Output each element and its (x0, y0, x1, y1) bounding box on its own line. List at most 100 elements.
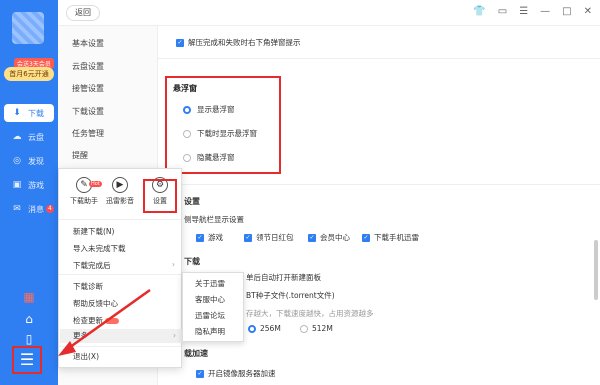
unzip-notify-checkbox[interactable]: ✓ 解压完成和失败时右下角弹窗提示 (176, 37, 301, 48)
section-title: 下载 (184, 257, 200, 266)
nav-bar-settings-label: 侧导航栏显示设置 (184, 215, 244, 224)
shirt-icon[interactable]: 👕 (473, 6, 485, 17)
menu-download-diagnosis[interactable]: 下载诊断 (73, 281, 103, 292)
vip-promo-button[interactable]: 首月6元开通 (4, 67, 54, 81)
tool-label: 迅雷影音 (106, 197, 134, 205)
cloud-icon: ☁ (12, 132, 22, 142)
top-bar: 返回 👕 ▭ ☰ — □ ✕ (58, 0, 600, 26)
settings-nav-cloud[interactable]: 云盘设置 (72, 61, 104, 72)
main-menu-button[interactable]: ☰ (12, 346, 42, 374)
submenu-about[interactable]: 关于迅雷 (195, 278, 225, 289)
checkbox-label: 游戏 (208, 233, 223, 242)
checkbox-label: 会员中心 (320, 233, 350, 242)
floating-window-section: 悬浮窗 显示悬浮窗 下载时显示悬浮窗 隐藏悬浮窗 (165, 76, 281, 174)
nav-label: 下载 (28, 108, 44, 118)
radio-label: 显示悬浮窗 (197, 105, 235, 114)
minimize-icon[interactable]: — (540, 6, 550, 17)
inbox-icon[interactable]: ⌂ (20, 310, 38, 328)
menu-help-center[interactable]: 帮助反馈中心 (73, 298, 118, 309)
radio-label: 256M (260, 324, 281, 333)
xunlei-video-tool[interactable]: ▶ 迅雷影音 (103, 177, 137, 206)
radio-label: 下载时显示悬浮窗 (197, 129, 257, 138)
scrollbar[interactable] (594, 240, 598, 300)
settings-nav-download[interactable]: 下载设置 (72, 106, 104, 117)
chevron-right-icon: › (173, 331, 176, 340)
divider (59, 346, 181, 347)
nav-download[interactable]: ⬇ 下载 (4, 104, 54, 122)
chevron-right-icon: › (172, 260, 175, 269)
games-checkbox[interactable]: ✓ 游戏 (196, 232, 223, 243)
mobile-download-checkbox[interactable]: ✓ 下载手机迅雷 (362, 232, 419, 243)
radio-hide-float[interactable]: 隐藏悬浮窗 (183, 152, 235, 163)
settings-nav-tasks[interactable]: 任务管理 (72, 128, 104, 139)
divider (59, 274, 181, 275)
section-title: 设置 (184, 197, 200, 206)
nav-cloud[interactable]: ☁ 云盘 (4, 128, 54, 146)
radio-show-float-downloading[interactable]: 下载时显示悬浮窗 (183, 128, 257, 139)
close-icon[interactable]: ✕ (584, 6, 592, 17)
calendar-icon[interactable]: ▦ (20, 288, 38, 306)
checkbox-icon: ✓ (244, 234, 252, 242)
menu-label: 检查更新 (73, 316, 103, 325)
checkbox-icon: ✓ (196, 234, 204, 242)
radio-icon (300, 324, 308, 333)
nav-label: 消息 (28, 204, 44, 214)
menu-exit[interactable]: 退出(X) (73, 351, 99, 362)
settings-highlight-box (143, 179, 177, 213)
checkbox-label: 领节日红包 (256, 233, 294, 242)
settings-nav-basic[interactable]: 基本设置 (72, 38, 104, 49)
torrent-label[interactable]: BT种子文件(.torrent文件) (246, 290, 335, 301)
hot-badge: Hot (89, 181, 102, 187)
message-icon[interactable]: ▭ (498, 6, 507, 17)
menu-after-download[interactable]: 下载完成后 › (73, 260, 181, 271)
radio-icon (248, 324, 256, 333)
cache-512m-radio[interactable]: 512M (300, 324, 333, 333)
tool-label: 下载助手 (70, 197, 98, 205)
download-icon: ⬇ (13, 108, 21, 118)
xunlei-video-icon: ▶ (112, 177, 128, 193)
nav-messages[interactable]: ✉ 消息 4 (4, 200, 54, 218)
menu-import-unfinished[interactable]: 导入未完成下载 (73, 243, 126, 254)
settings-nav-reminder[interactable]: 提醒 (72, 150, 88, 161)
menu-more[interactable]: 更多 › (60, 329, 182, 343)
checkbox-icon: ✓ (362, 234, 370, 242)
section-title: 悬浮窗 (173, 84, 197, 93)
menu-label: 更多 (73, 331, 88, 340)
avatar[interactable] (12, 12, 44, 44)
vip-center-checkbox[interactable]: ✓ 会员中心 (308, 232, 350, 243)
red-packet-checkbox[interactable]: ✓ 领节日红包 (244, 232, 294, 243)
back-button[interactable]: 返回 (66, 5, 100, 21)
window-controls: 👕 ▭ ☰ — □ ✕ (473, 6, 592, 17)
radio-icon (183, 153, 191, 162)
checkbox-icon: ✓ (308, 234, 316, 242)
submenu-forum[interactable]: 迅雷论坛 (195, 310, 225, 321)
nav-games[interactable]: ▣ 游戏 (4, 176, 54, 194)
checkbox-icon: ✓ (196, 370, 204, 378)
left-sidebar: 会送3天会员 首月6元开通 ⬇ 下载 ☁ 云盘 ◎ 发现 ▣ 游戏 ✉ 消息 4… (0, 0, 58, 385)
mirror-speedup-checkbox[interactable]: ✓ 开启镜像服务器加速 (196, 368, 276, 379)
nav-label: 云盘 (28, 132, 44, 142)
radio-show-float[interactable]: 显示悬浮窗 (183, 104, 235, 115)
auto-open-label[interactable]: 单后自动打开新建面板 (246, 272, 321, 283)
cache-256m-radio[interactable]: 256M (248, 324, 281, 333)
menu-icon[interactable]: ☰ (519, 6, 528, 17)
main-menu-popup: ✎ 下载助手 Hot ▶ 迅雷影音 ⚙ 设置 新建下载(N) 导入未完成下载 下… (58, 168, 182, 368)
menu-new-download[interactable]: 新建下载(N) (73, 226, 114, 237)
radio-label: 512M (312, 324, 333, 333)
menu-check-update[interactable]: 检查更新 (73, 315, 119, 326)
nav-discover[interactable]: ◎ 发现 (4, 152, 54, 170)
settings-nav-takeover[interactable]: 接管设置 (72, 83, 104, 94)
radio-icon (183, 129, 191, 138)
maximize-icon[interactable]: □ (562, 6, 571, 17)
submenu-privacy[interactable]: 隐私声明 (195, 326, 225, 337)
message-icon: ✉ (13, 204, 21, 214)
checkbox-label: 下载手机迅雷 (374, 233, 419, 242)
new-badge (105, 318, 119, 324)
nav-label: 发现 (28, 156, 44, 166)
discover-icon: ◎ (13, 156, 21, 166)
more-submenu: 关于迅雷 客服中心 迅雷论坛 隐私声明 (182, 272, 244, 342)
submenu-service[interactable]: 客服中心 (195, 294, 225, 305)
radio-label: 隐藏悬浮窗 (197, 153, 235, 162)
menu-label: 下载完成后 (73, 261, 111, 270)
message-count-badge: 4 (46, 205, 54, 213)
